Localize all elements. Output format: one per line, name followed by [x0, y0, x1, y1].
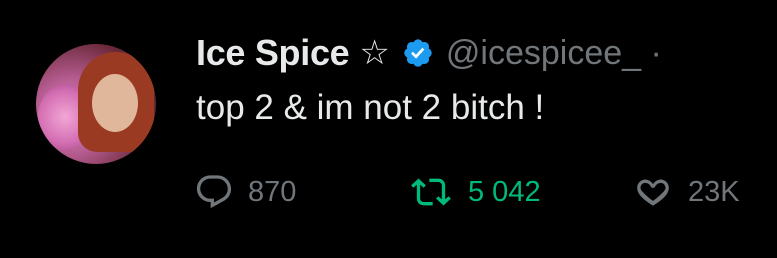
like-count: 23K [688, 175, 740, 208]
heart-icon [637, 179, 669, 206]
user-handle[interactable]: @icespicee_ · [446, 34, 662, 73]
tweet-actions: 870 5 042 23K [194, 168, 777, 216]
avatar[interactable] [36, 44, 156, 164]
like-button[interactable]: 23K [632, 168, 740, 216]
tweet-header: Ice Spice ☆ @icespicee_ · [196, 30, 662, 76]
retweet-button[interactable]: 5 042 [408, 168, 541, 216]
star-icon: ☆ [359, 34, 390, 72]
verified-badge-icon [404, 39, 432, 67]
tweet-text: top 2 & im not 2 bitch ! [196, 88, 545, 127]
display-name[interactable]: Ice Spice [196, 32, 350, 74]
retweet-count: 5 042 [468, 175, 541, 208]
reply-count: 870 [248, 175, 297, 208]
tweet[interactable]: Ice Spice ☆ @icespicee_ · top 2 & im not… [0, 0, 777, 258]
retweet-icon [411, 178, 451, 206]
avatar-face [92, 74, 138, 132]
reply-icon [196, 175, 232, 209]
reply-button[interactable]: 870 [194, 168, 296, 216]
